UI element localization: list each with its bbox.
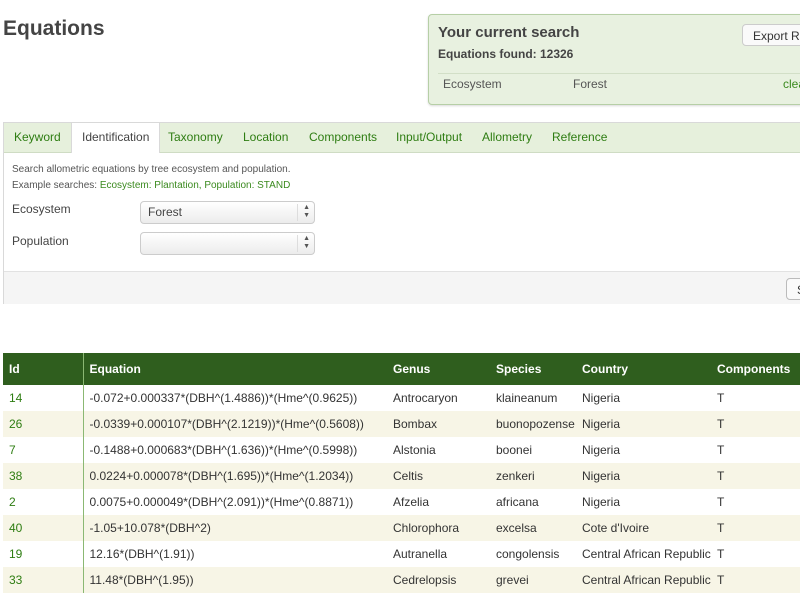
tab-bar: Keyword Identification Taxonomy Location… (4, 123, 800, 153)
search-panel: Keyword Identification Taxonomy Location… (3, 122, 800, 304)
cell-id[interactable]: 33 (3, 567, 84, 593)
filter-key: Ecosystem (443, 77, 502, 91)
table-row[interactable]: 19 12.16*(DBH^(1.91)) Autranella congole… (3, 541, 800, 567)
cell-id[interactable]: 40 (3, 515, 84, 541)
cell-country: Central African Republic (576, 567, 711, 593)
page-title: Equations (3, 17, 105, 40)
table-row[interactable]: 40 -1.05+10.078*(DBH^2) Chlorophora exce… (3, 515, 800, 541)
cell-id[interactable]: 38 (3, 463, 84, 489)
tab-reference[interactable]: Reference (552, 123, 607, 152)
column-header-equation[interactable]: Equation (83, 353, 387, 385)
cell-genus: Autranella (393, 547, 448, 561)
select-arrows-icon: ▲ ▼ (303, 235, 310, 250)
cell-genus: Antrocaryon (393, 391, 458, 405)
cell-genus: Bombax (387, 411, 490, 437)
cell-components: T (711, 411, 800, 437)
column-header-components[interactable]: Components (711, 353, 800, 385)
ecosystem-label: Ecosystem (12, 202, 71, 216)
cell-components: T (711, 463, 800, 489)
current-search-title: Your current search (438, 24, 580, 41)
divider (438, 73, 800, 74)
example-prefix: Example searches: (12, 180, 100, 191)
table-header-row: Id Equation Genus Species Country Compon… (3, 353, 800, 385)
cell-species: grevei (490, 567, 576, 593)
cell-equation: -1.05+10.078*(DBH^2) (83, 515, 387, 541)
table-row[interactable]: 26 -0.0339+0.000107*(DBH^(2.1219))*(Hme^… (3, 411, 800, 437)
column-header-country[interactable]: Country (576, 353, 711, 385)
cell-genus: Celtis (387, 463, 490, 489)
tab-identification[interactable]: Identification (71, 123, 161, 153)
cell-components: T (711, 515, 800, 541)
cell-components: T (717, 547, 725, 561)
cell-equation: 11.48*(DBH^(1.95)) (83, 567, 387, 593)
cell-id[interactable]: 26 (3, 411, 84, 437)
export-results-button[interactable]: Export Results (742, 24, 800, 46)
cell-equation: -0.0339+0.000107*(DBH^(2.1219))*(Hme^(0.… (83, 411, 387, 437)
search-button[interactable]: Search (786, 278, 800, 300)
population-select[interactable]: ▲ ▼ (140, 232, 315, 255)
cell-components: T (717, 443, 725, 457)
table-row[interactable]: 2 0.0075+0.000049*(DBH^(2.091))*(Hme^(0.… (3, 489, 800, 515)
clear-filter-link[interactable]: clear (783, 77, 800, 91)
form-footer: Search (4, 271, 800, 304)
population-label: Population (12, 234, 69, 248)
cell-id[interactable]: 19 (3, 541, 84, 567)
table-row[interactable]: 7 -0.1488+0.000683*(DBH^(1.636))*(Hme^(0… (3, 437, 800, 463)
cell-country: Central African Republic (582, 547, 711, 561)
cell-country: Nigeria (576, 411, 711, 437)
cell-species: buonopozense (490, 411, 576, 437)
example-search-link[interactable]: Ecosystem: Plantation, Population: STAND (100, 180, 290, 191)
table-row[interactable]: 33 11.48*(DBH^(1.95)) Cedrelopsis grevei… (3, 567, 800, 593)
tab-location[interactable]: Location (243, 123, 288, 152)
current-search-panel: Your current search Equations found: 123… (428, 14, 800, 105)
select-arrows-icon: ▲ ▼ (303, 204, 310, 219)
cell-species: excelsa (490, 515, 576, 541)
cell-equation: 0.0224+0.000078*(DBH^(1.695))*(Hme^(1.20… (83, 463, 387, 489)
table-row[interactable]: 38 0.0224+0.000078*(DBH^(1.695))*(Hme^(1… (3, 463, 800, 489)
tab-input-output[interactable]: Input/Output (396, 123, 462, 152)
cell-country: Nigeria (582, 443, 621, 457)
ecosystem-select-value: Forest (148, 205, 183, 219)
cell-country: Nigeria (582, 495, 621, 509)
cell-id[interactable]: 14 (3, 385, 84, 411)
cell-id[interactable]: 7 (3, 437, 84, 463)
help-text: Search allometric equations by tree ecos… (12, 164, 291, 175)
tab-keyword[interactable]: Keyword (14, 123, 61, 152)
equations-found-count: Equations found: 12326 (438, 47, 574, 61)
cell-equation: -0.072+0.000337*(DBH^(1.4886))*(Hme^(0.9… (89, 391, 358, 405)
cell-components: T (717, 495, 725, 509)
cell-species: boonei (496, 443, 533, 457)
tab-components[interactable]: Components (309, 123, 377, 152)
cell-equation: 0.0075+0.000049*(DBH^(2.091))*(Hme^(0.88… (89, 495, 354, 509)
cell-equation: -0.1488+0.000683*(DBH^(1.636))*(Hme^(0.5… (89, 443, 358, 457)
filter-value: Forest (573, 77, 608, 91)
cell-components: T (711, 567, 800, 593)
cell-country: Cote d'Ivoire (576, 515, 711, 541)
results-table: Id Equation Genus Species Country Compon… (3, 353, 800, 593)
cell-species: zenkeri (490, 463, 576, 489)
example-searches: Example searches: Ecosystem: Plantation,… (12, 180, 290, 191)
cell-species: africana (496, 495, 539, 509)
cell-species: congolensis (496, 547, 560, 561)
ecosystem-select[interactable]: Forest ▲ ▼ (140, 201, 315, 224)
cell-species: klaineanum (496, 391, 558, 405)
identification-form: Search allometric equations by tree ecos… (4, 153, 800, 271)
cell-components: T (717, 391, 725, 405)
cell-genus: Chlorophora (387, 515, 490, 541)
cell-genus: Cedrelopsis (387, 567, 490, 593)
column-header-species[interactable]: Species (490, 353, 576, 385)
cell-id[interactable]: 2 (3, 489, 84, 515)
tab-taxonomy[interactable]: Taxonomy (168, 123, 223, 152)
cell-country: Nigeria (576, 463, 711, 489)
tab-allometry[interactable]: Allometry (482, 123, 532, 152)
cell-equation: 12.16*(DBH^(1.91)) (89, 547, 195, 561)
column-header-genus[interactable]: Genus (387, 353, 490, 385)
cell-genus: Afzelia (393, 495, 430, 509)
cell-country: Nigeria (582, 391, 621, 405)
column-header-id[interactable]: Id (3, 353, 84, 385)
cell-genus: Alstonia (393, 443, 436, 457)
table-row[interactable]: 14 -0.072+0.000337*(DBH^(1.4886))*(Hme^(… (3, 385, 800, 411)
